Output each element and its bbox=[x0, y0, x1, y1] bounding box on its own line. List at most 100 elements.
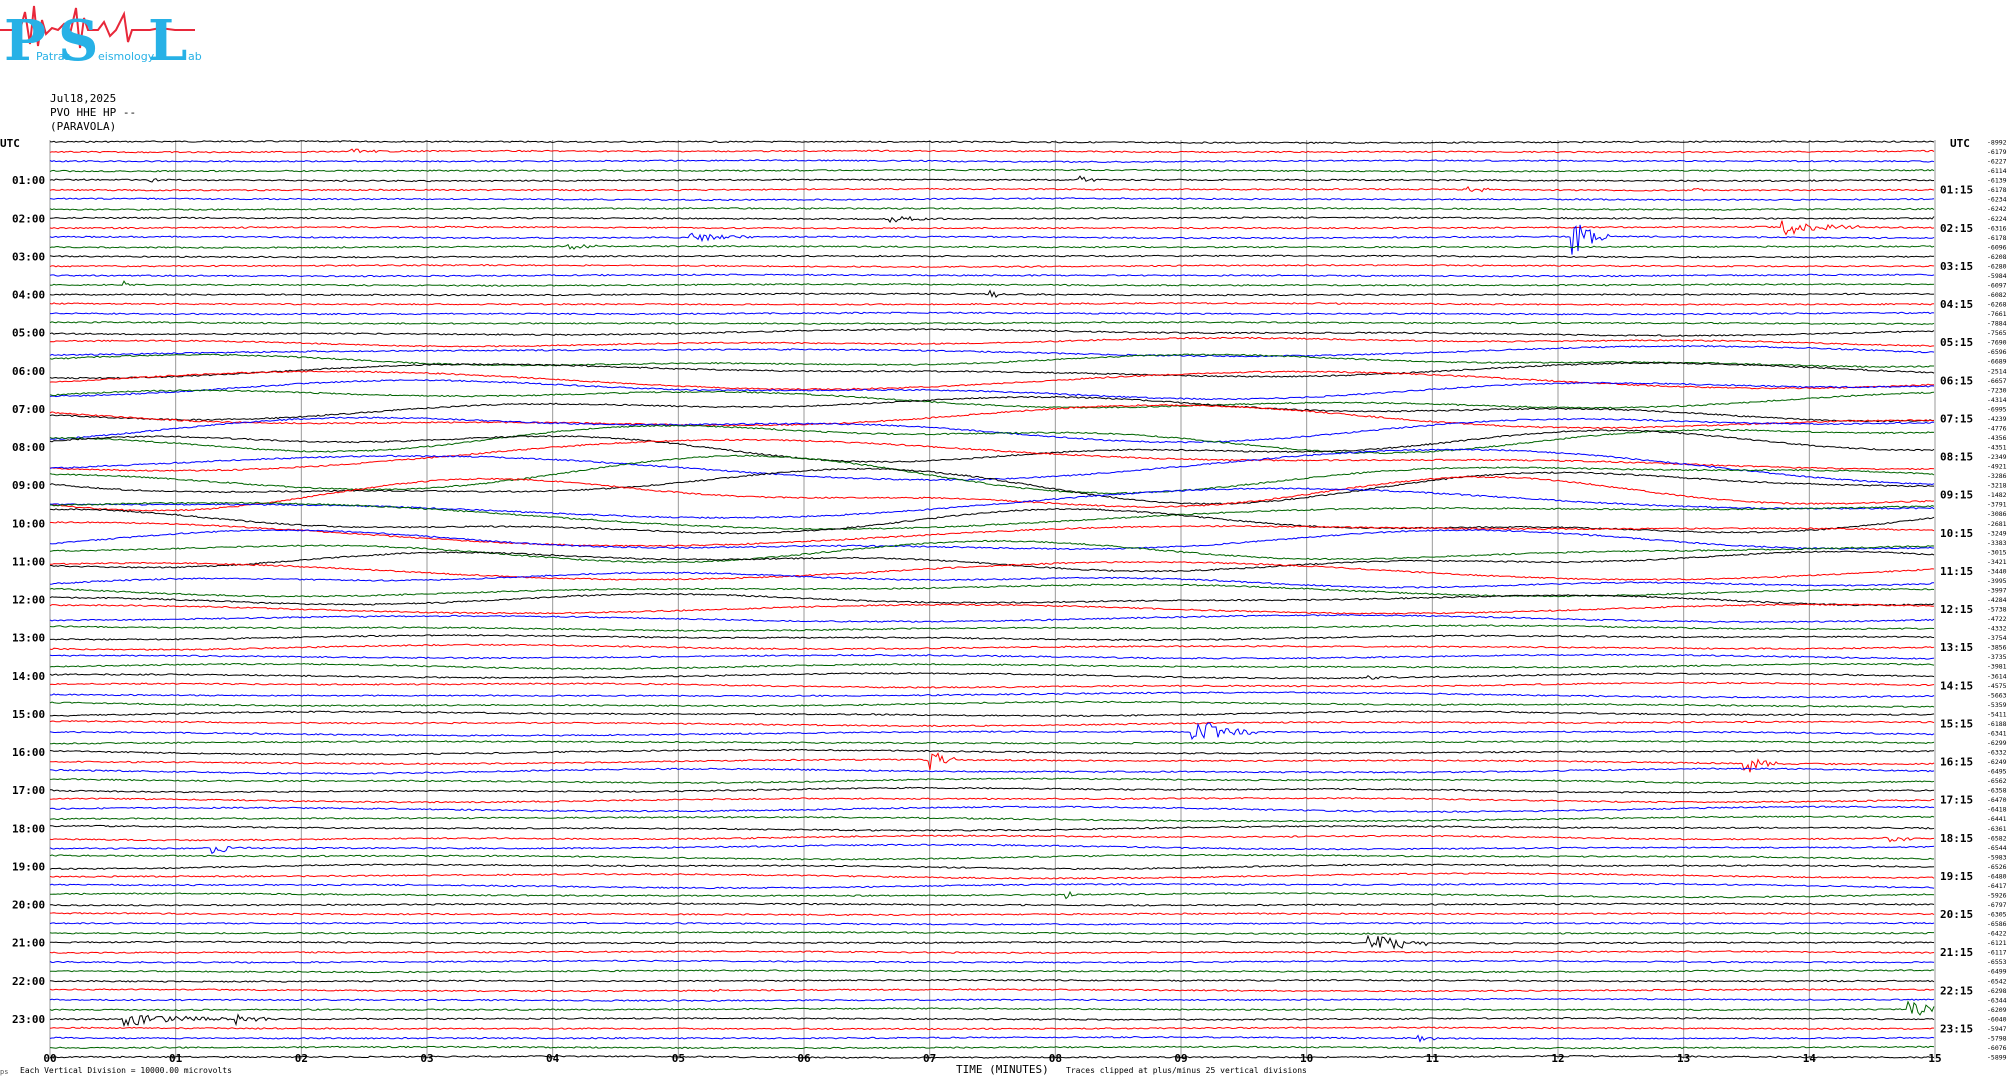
right-hour-label: 15:15 bbox=[1940, 717, 1973, 730]
right-hour-labels: 01:15 02:15 03:15 04:15 05:15 06:15 07:15 08:15… bbox=[1940, 184, 1973, 1036]
logo-letter-l: L bbox=[148, 8, 187, 74]
trace-offset-label: -5411 bbox=[1987, 710, 2007, 718]
trace-offset-label: -6418 bbox=[1987, 806, 2007, 814]
trace-offset-label: -6586 bbox=[1987, 920, 2007, 928]
trace-offset-label: -6495 bbox=[1987, 768, 2007, 776]
trace-row-48 bbox=[49, 592, 1935, 607]
trace-row-83 bbox=[49, 931, 1934, 935]
right-hour-label: 06:15 bbox=[1940, 374, 1973, 387]
trace-offset-label: -7230 bbox=[1987, 386, 2007, 394]
trace-row-68 bbox=[49, 786, 1935, 794]
trace-offset-label: -3249 bbox=[1987, 529, 2007, 537]
trace-offset-label: -6582 bbox=[1987, 834, 2007, 842]
x-tick-label: 15 bbox=[1928, 1052, 1941, 1065]
right-hour-label: 11:15 bbox=[1940, 565, 1973, 578]
trace-row-86 bbox=[49, 959, 1935, 964]
trace-row-52 bbox=[50, 634, 1935, 642]
trace-offset-label: -6544 bbox=[1987, 844, 2007, 852]
trace-row-66 bbox=[49, 767, 1935, 775]
trace-row-29 bbox=[49, 403, 1935, 430]
trace-row-91 bbox=[49, 1000, 1935, 1016]
trace-offset-label: -4351 bbox=[1987, 444, 2007, 452]
trace-row-12 bbox=[49, 254, 1935, 259]
trace-offset-label: -6499 bbox=[1987, 968, 2007, 976]
logo-word-lab: ab bbox=[188, 50, 202, 63]
trace-row-59 bbox=[49, 700, 1935, 708]
trace-offset-label: -3995 bbox=[1987, 577, 2007, 585]
trace-offset-label: -6341 bbox=[1987, 729, 2007, 737]
trace-row-70 bbox=[49, 805, 1935, 813]
trace-offset-label: -4722 bbox=[1987, 615, 2007, 623]
trace-offset-label: -6344 bbox=[1987, 996, 2007, 1004]
trace-row-90 bbox=[49, 997, 1935, 1002]
trace-offset-label: -7661 bbox=[1987, 310, 2007, 318]
x-tick-label: 03 bbox=[420, 1052, 433, 1065]
trace-row-92 bbox=[49, 1013, 1935, 1028]
x-tick-label: 11 bbox=[1426, 1052, 1440, 1065]
trace-offset-label: -7690 bbox=[1987, 339, 2007, 347]
trace-row-77 bbox=[49, 872, 1935, 880]
header-station: PVO HHE HP -- bbox=[50, 106, 136, 119]
trace-offset-label: -6249 bbox=[1987, 758, 2007, 766]
trace-row-93 bbox=[49, 1026, 1935, 1031]
logo-letter-p: P bbox=[4, 8, 46, 74]
trace-row-4 bbox=[49, 175, 1935, 183]
trace-row-61 bbox=[49, 720, 1935, 728]
trace-offset-label: -6332 bbox=[1987, 749, 2007, 757]
trace-offset-label: -6208 bbox=[1987, 253, 2007, 261]
trace-row-34 bbox=[49, 448, 1935, 486]
trace-row-67 bbox=[49, 777, 1935, 785]
trace-row-10 bbox=[49, 224, 1935, 255]
trace-offset-label: -5926 bbox=[1987, 891, 2007, 899]
trace-row-7 bbox=[49, 206, 1935, 211]
right-hour-label: 19:15 bbox=[1940, 870, 1973, 883]
left-hour-label: 16:00 bbox=[12, 746, 45, 759]
trace-offset-label: -4332 bbox=[1987, 625, 2007, 633]
trace-offset-label: -6178 bbox=[1987, 234, 2007, 242]
left-hour-label: 09:00 bbox=[12, 479, 45, 492]
helicorder-chart: P S L Patras eismology ab Jul18,2025 PVO… bbox=[0, 5, 2007, 1076]
left-hour-label: 22:00 bbox=[12, 975, 45, 988]
left-hour-label: 23:00 bbox=[12, 1013, 45, 1026]
left-hour-label: 15:00 bbox=[12, 708, 45, 721]
right-hour-label: 12:15 bbox=[1940, 603, 1973, 616]
trace-offset-label: -5947 bbox=[1987, 1025, 2007, 1033]
trace-row-75 bbox=[49, 853, 1935, 861]
trace-row-13 bbox=[49, 263, 1935, 268]
trace-row-49 bbox=[49, 603, 1935, 615]
seismic-traces bbox=[49, 140, 1935, 1059]
trace-offset-label: -7565 bbox=[1987, 329, 2007, 337]
logo-word-seismology: eismology bbox=[98, 50, 155, 63]
left-hour-label: 14:00 bbox=[12, 670, 45, 683]
left-hour-label: 17:00 bbox=[12, 784, 45, 797]
trace-row-72 bbox=[50, 824, 1935, 832]
trace-offset-label: -3791 bbox=[1987, 501, 2007, 509]
trace-row-26 bbox=[49, 379, 1935, 401]
left-hour-label: 19:00 bbox=[12, 860, 45, 873]
trace-row-73 bbox=[49, 834, 1935, 843]
trace-offset-label: -5359 bbox=[1987, 701, 2007, 709]
left-hour-label: 05:00 bbox=[12, 327, 45, 340]
trace-row-1 bbox=[49, 148, 1935, 154]
trace-offset-label: -6470 bbox=[1987, 796, 2007, 804]
psl-logo: P S L Patras eismology ab bbox=[0, 5, 202, 74]
left-hour-labels: 01:00 02:00 03:00 04:00 05:00 06:00 07:00 08:00… bbox=[12, 174, 45, 1026]
trace-row-46 bbox=[49, 571, 1935, 589]
trace-offset-label: -3440 bbox=[1987, 567, 2007, 575]
trace-row-14 bbox=[49, 273, 1935, 278]
right-hour-label: 23:15 bbox=[1940, 1022, 1973, 1035]
trace-offset-label: -6227 bbox=[1987, 158, 2007, 166]
trace-row-74 bbox=[49, 843, 1935, 855]
trace-offset-label: -5984 bbox=[1987, 272, 2007, 280]
trace-row-65 bbox=[50, 752, 1935, 773]
trace-offset-label: -5663 bbox=[1987, 691, 2007, 699]
x-axis-label: TIME (MINUTES) bbox=[956, 1063, 1049, 1076]
right-hour-label: 21:15 bbox=[1940, 946, 1973, 959]
trace-row-60 bbox=[49, 710, 1935, 718]
trace-row-79 bbox=[49, 890, 1935, 900]
right-hour-label: 17:15 bbox=[1940, 794, 1973, 807]
left-hour-label: 12:00 bbox=[12, 594, 45, 607]
trace-offset-label: -6179 bbox=[1987, 148, 2007, 156]
x-tick-label: 06 bbox=[797, 1052, 811, 1065]
trace-offset-label: -3997 bbox=[1987, 586, 2007, 594]
